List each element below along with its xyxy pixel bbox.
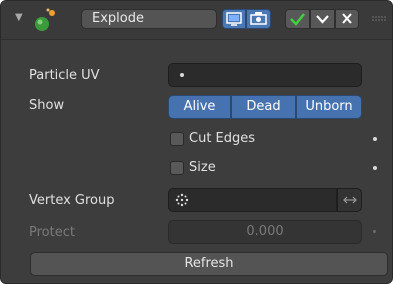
refresh-button[interactable]: Refresh [30,252,388,276]
show-in-editmode-button[interactable] [222,9,246,29]
protect-label: Protect [29,225,75,240]
particle-uv-field[interactable] [168,63,362,87]
vertex-group-icon [175,193,189,207]
particle-modifier-icon [35,8,55,31]
apply-check-icon [290,13,305,26]
dropdown-chevron-icon [316,15,329,24]
vertex-group-label: Vertex Group [29,193,115,208]
protect-field[interactable]: 0.000 [168,220,362,244]
uv-map-icon [180,73,184,77]
modifier-name-input[interactable]: Explode [81,9,217,29]
modifier-menu-button[interactable] [310,9,335,29]
show-in-render-button[interactable] [246,9,271,29]
drag-grip-icon[interactable] [372,16,386,22]
show-in-render-icon [250,12,267,25]
keyframe-dot-icon [373,230,376,233]
keyframe-dot-icon[interactable] [373,166,377,170]
keyframe-dot-icon[interactable] [373,137,377,141]
show-in-editmode-icon [226,12,242,26]
modifier-header: ▼ Explode [1,1,392,40]
particle-uv-label: Particle UV [29,68,100,83]
modifier-panel: ▼ Explode Particle UV Show Alive Dead Un… [0,0,393,284]
show-unborn-button[interactable]: Unborn [296,95,362,119]
size-label: Size [189,160,216,175]
double-arrow-icon [343,196,357,204]
size-checkbox[interactable] [170,161,184,175]
show-alive-button[interactable]: Alive [168,95,231,119]
collapse-chevron-icon[interactable]: ▼ [15,12,23,23]
invert-vertex-group-button[interactable] [337,188,362,212]
remove-x-icon [342,13,352,24]
show-dead-button[interactable]: Dead [231,95,296,119]
apply-on-cage-button[interactable] [285,9,310,29]
show-label: Show [29,98,65,113]
cut-edges-label: Cut Edges [189,131,256,146]
remove-modifier-button[interactable] [335,9,359,29]
cut-edges-checkbox[interactable] [170,132,184,146]
vertex-group-field[interactable] [168,188,337,212]
